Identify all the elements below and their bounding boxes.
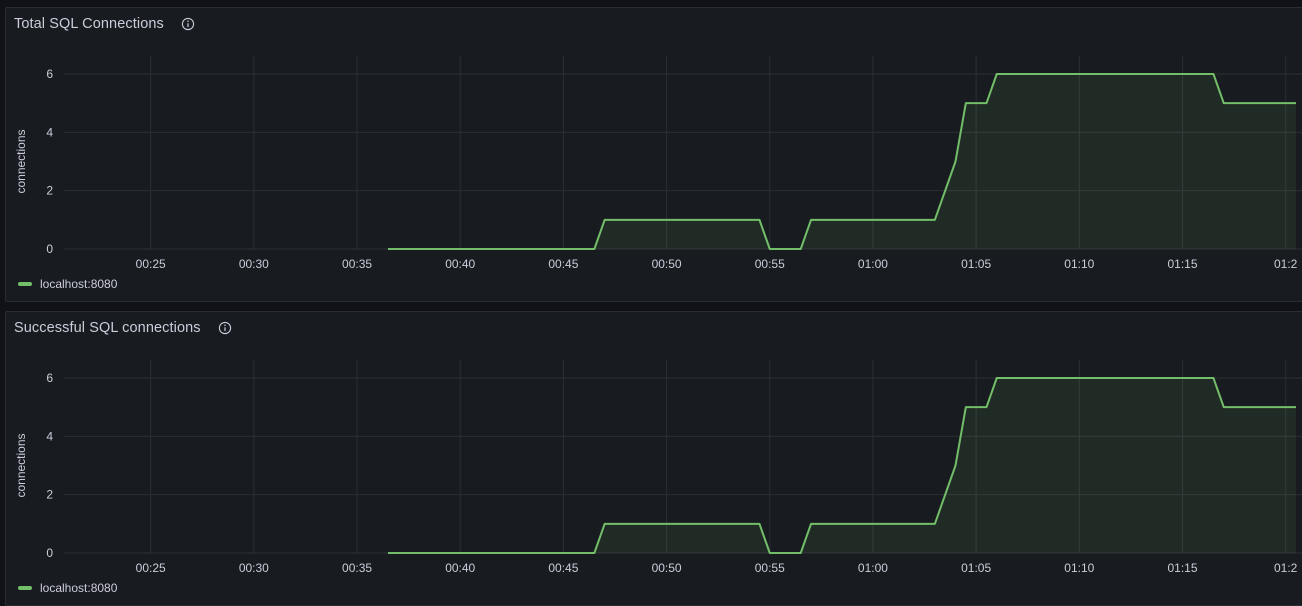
- x-tick-label: 00:30: [239, 561, 269, 575]
- y-axis-label: connections: [14, 129, 28, 193]
- x-tick-label: 00:40: [445, 257, 475, 271]
- chart-successful-sql-connections[interactable]: 0 2 4 6 00:25 00:30 00:35 00:40 00:45 00:50 00:55 0…: [6, 312, 1302, 606]
- series-area: [387, 74, 1296, 249]
- x-tick-label: 00:25: [136, 257, 166, 271]
- x-tick-label: 01:15: [1167, 257, 1197, 271]
- chart-total-sql-connections[interactable]: 0 2 4 6 00:25 00:30 00:35 00:40 00:45 00:50 00:55 0…: [6, 8, 1302, 302]
- y-tick-label: 4: [46, 429, 53, 443]
- series-area: [387, 378, 1296, 553]
- x-tick-label: 00:25: [136, 561, 166, 575]
- x-tick-label: 01:05: [961, 561, 991, 575]
- x-tick-label: 01:10: [1064, 257, 1094, 271]
- x-tick-label: 00:50: [652, 561, 682, 575]
- x-tick-label: 01:00: [858, 257, 888, 271]
- legend-swatch: [18, 586, 32, 590]
- y-tick-label: 0: [46, 546, 53, 560]
- x-tick-label: 01:15: [1167, 561, 1197, 575]
- y-tick-label: 0: [46, 242, 53, 256]
- x-tick-label: 01:2: [1274, 257, 1298, 271]
- x-tick-label: 01:10: [1064, 561, 1094, 575]
- legend[interactable]: localhost:8080: [18, 581, 117, 595]
- legend-label[interactable]: localhost:8080: [40, 581, 117, 595]
- x-tick-label: 00:40: [445, 561, 475, 575]
- x-tick-label: 00:35: [342, 561, 372, 575]
- x-tick-label: 00:45: [548, 561, 578, 575]
- legend-label[interactable]: localhost:8080: [40, 277, 117, 291]
- x-tick-label: 01:2: [1274, 561, 1298, 575]
- x-tick-label: 00:30: [239, 257, 269, 271]
- y-axis-label: connections: [14, 433, 28, 497]
- x-tick-label: 00:55: [755, 561, 785, 575]
- legend[interactable]: localhost:8080: [18, 277, 117, 291]
- panel-total-sql-connections: Total SQL Connections 0 2 4 6 00:25 00:30 00:3…: [5, 7, 1302, 302]
- x-tick-label: 00:50: [652, 257, 682, 271]
- x-tick-label: 01:00: [858, 561, 888, 575]
- y-tick-label: 2: [46, 184, 53, 198]
- y-tick-label: 4: [46, 125, 53, 139]
- x-tick-label: 00:45: [548, 257, 578, 271]
- legend-swatch: [18, 282, 32, 286]
- x-tick-label: 00:55: [755, 257, 785, 271]
- x-tick-label: 01:05: [961, 257, 991, 271]
- y-tick-label: 6: [46, 67, 53, 81]
- y-tick-label: 6: [46, 371, 53, 385]
- panel-successful-sql-connections: Successful SQL connections 0 2 4 6 00:25 00:3…: [5, 311, 1302, 606]
- y-tick-label: 2: [46, 488, 53, 502]
- x-tick-label: 00:35: [342, 257, 372, 271]
